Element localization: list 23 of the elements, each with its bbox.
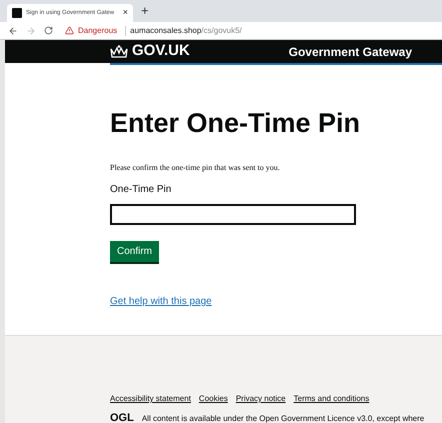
favicon-icon — [12, 8, 22, 18]
footer-link[interactable]: Accessibility statement — [110, 393, 191, 405]
page-heading: Enter One-Time Pin — [110, 110, 362, 137]
close-tab-button[interactable]: × — [122, 6, 128, 20]
pin-input-field[interactable] — [110, 204, 356, 225]
footer-link[interactable]: Terms and conditions — [294, 393, 370, 405]
licence-text: All content is available under the Open Government Licence v3.0, except where — [142, 413, 424, 423]
url-text[interactable]: aumaconsales.shop/cs/govuk5/ — [130, 24, 242, 36]
help-link[interactable]: Get help with this page — [110, 294, 212, 309]
footer-link[interactable]: Privacy notice — [236, 393, 286, 405]
security-label: Dangerous — [78, 24, 118, 36]
service-name[interactable]: Government Gateway — [288, 42, 412, 60]
new-tab-button[interactable]: + — [141, 0, 149, 20]
crown-icon — [110, 45, 128, 58]
intro-text: Please confirm the one-time pin that was sent to you. — [110, 162, 281, 174]
confirm-button[interactable]: Confirm — [110, 241, 160, 262]
footer-link[interactable]: Cookies — [198, 393, 228, 405]
back-icon[interactable] — [8, 26, 18, 36]
govuk-logo-text[interactable]: GOV.UK — [132, 40, 190, 63]
ogl-logo: OGL — [110, 413, 134, 423]
field-label: One-Time Pin — [110, 183, 172, 197]
reload-icon[interactable] — [44, 26, 53, 35]
warning-icon — [65, 26, 74, 35]
